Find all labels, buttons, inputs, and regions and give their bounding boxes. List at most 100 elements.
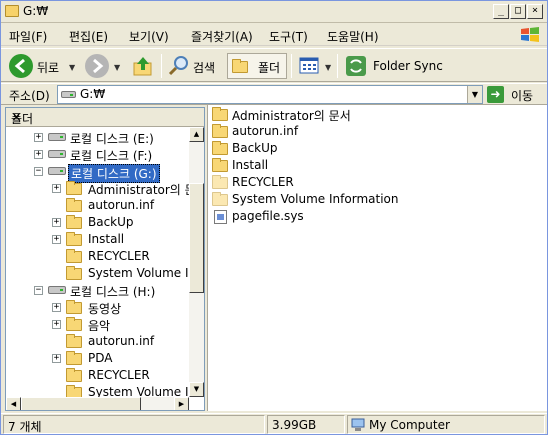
status-location-panel: My Computer [347, 415, 545, 434]
forward-dropdown-icon[interactable]: ▼ [114, 63, 120, 72]
back-dropdown-icon[interactable]: ▼ [69, 63, 75, 72]
file-name: System Volume Information [232, 192, 399, 206]
folder-icon [66, 249, 82, 263]
file-name: Install [232, 158, 269, 172]
computer-icon [351, 418, 365, 431]
expand-icon[interactable]: + [52, 184, 61, 193]
scroll-thumb[interactable] [189, 183, 204, 293]
hidden-folder-icon [212, 175, 228, 189]
go-button[interactable]: 이동 [511, 87, 533, 104]
tree-item-label: System Volume I [88, 266, 189, 280]
maximize-button[interactable]: □ [510, 4, 526, 19]
tree-horizontal-scrollbar[interactable]: ◀ ▶ [6, 397, 189, 410]
address-dropdown-icon[interactable]: ▼ [467, 86, 482, 103]
folder-icon [5, 5, 19, 17]
collapse-icon[interactable]: − [34, 167, 43, 176]
tree-item-label: 로컬 디스크 (F:) [70, 149, 153, 163]
minimize-button[interactable]: _ [493, 4, 509, 19]
tree-item-label: 음악 [88, 319, 111, 333]
system-file-icon [214, 210, 227, 224]
folder-icon [66, 300, 82, 314]
folder-sync-button[interactable]: Folder Sync [373, 59, 443, 73]
views-dropdown-icon[interactable]: ▼ [325, 63, 331, 72]
hidden-folder-icon [212, 192, 228, 206]
total-size: 3.99GB [272, 418, 317, 432]
folder-icon [212, 107, 228, 121]
folder-tree-pane: 폴더 × + 로컬 디스크 (E:) + 로컬 디스크 (F:) − 로컬 디스… [5, 107, 205, 411]
expand-icon[interactable]: + [52, 218, 61, 227]
file-name: autorun.inf [232, 124, 299, 138]
expand-icon[interactable]: + [34, 150, 43, 159]
drive-icon [48, 286, 66, 294]
windows-logo-icon [521, 27, 539, 42]
location-label: My Computer [369, 418, 450, 432]
folder-icon [66, 351, 82, 365]
back-arrow-icon[interactable] [9, 54, 33, 78]
scroll-up-icon[interactable]: ▲ [189, 127, 204, 142]
object-count: 7 개체 [8, 420, 42, 434]
file-list-pane: Administrator의 문서 autorun.inf BackUp Ins… [207, 105, 547, 411]
expand-icon[interactable]: + [52, 235, 61, 244]
tree-item-label: BackUp [88, 215, 134, 229]
address-bar: 주소(D) G:₩ ▼ ➜ 이동 [1, 83, 547, 105]
file-name: BackUp [232, 141, 278, 155]
expand-icon[interactable]: + [34, 133, 43, 142]
collapse-icon[interactable]: − [34, 286, 43, 295]
expand-icon[interactable]: + [52, 303, 61, 312]
folder-tree: + 로컬 디스크 (E:) + 로컬 디스크 (F:) − 로컬 디스크 (G:… [6, 127, 189, 397]
address-value: G:₩ [80, 87, 106, 101]
folder-icon [66, 232, 82, 246]
tree-item-label: Install [88, 232, 125, 246]
drive-icon [61, 91, 76, 98]
expand-icon[interactable]: + [52, 320, 61, 329]
scroll-left-icon[interactable]: ◀ [6, 397, 21, 410]
tree-item-label: PDA [88, 351, 113, 365]
tree-vertical-scrollbar[interactable]: ▲ ▼ [189, 127, 204, 397]
expand-icon[interactable]: + [52, 354, 61, 363]
folder-icon [232, 59, 248, 73]
menu-file[interactable]: 파일(F) [9, 28, 47, 45]
folder-icon [66, 317, 82, 331]
title-bar: G:₩ _ □ × [1, 1, 547, 23]
folder-icon [66, 368, 82, 382]
menu-tools[interactable]: 도구(T) [269, 28, 308, 45]
tree-item-label: autorun.inf [88, 334, 155, 348]
file-name: pagefile.sys [232, 209, 304, 223]
drive-icon [48, 150, 66, 158]
scroll-down-icon[interactable]: ▼ [189, 382, 204, 397]
status-bar: 7 개체 3.99GB My Computer [1, 413, 547, 434]
folder-sync-icon[interactable] [345, 55, 367, 77]
drive-icon [48, 133, 66, 141]
tree-item-label: System Volume I [88, 385, 189, 397]
folder-icon [66, 266, 82, 280]
search-icon[interactable] [167, 54, 191, 78]
back-button[interactable]: 뒤로 [37, 59, 59, 76]
drive-icon [48, 167, 66, 175]
up-folder-icon[interactable] [131, 54, 155, 78]
close-button[interactable]: × [527, 4, 543, 19]
scroll-thumb[interactable] [21, 397, 141, 410]
go-arrow-icon[interactable]: ➜ [487, 86, 504, 103]
menu-help[interactable]: 도움말(H) [327, 28, 379, 45]
views-icon[interactable] [299, 56, 321, 76]
folder-icon [212, 158, 228, 172]
menu-edit[interactable]: 편집(E) [69, 28, 108, 45]
close-pane-icon[interactable]: × [11, 110, 198, 125]
folders-button[interactable]: 폴더 [227, 53, 287, 79]
menu-favorites[interactable]: 즐겨찾기(A) [191, 28, 253, 45]
menu-bar: 파일(F) 편집(E) 보기(V) 즐겨찾기(A) 도구(T) 도움말(H) [1, 24, 547, 46]
search-button[interactable]: 검색 [193, 59, 215, 76]
folder-pane-header: 폴더 × [6, 108, 204, 127]
tree-item-label: RECYCLER [88, 368, 150, 382]
menu-view[interactable]: 보기(V) [129, 28, 169, 45]
tree-item-label: 로컬 디스크 (H:) [70, 285, 156, 299]
scroll-right-icon[interactable]: ▶ [174, 397, 189, 410]
toolbar: 뒤로 ▼ ▼ 검색 폴더 ▼ Folder Sync [1, 48, 547, 82]
folder-icon [212, 124, 228, 138]
folder-icon [212, 141, 228, 155]
forward-arrow-icon[interactable] [85, 54, 109, 78]
address-input[interactable]: G:₩ ▼ [57, 85, 483, 104]
folders-label: 폴더 [258, 61, 281, 75]
window-title: G:₩ [23, 4, 49, 18]
tree-item-label: 동영상 [88, 302, 122, 316]
